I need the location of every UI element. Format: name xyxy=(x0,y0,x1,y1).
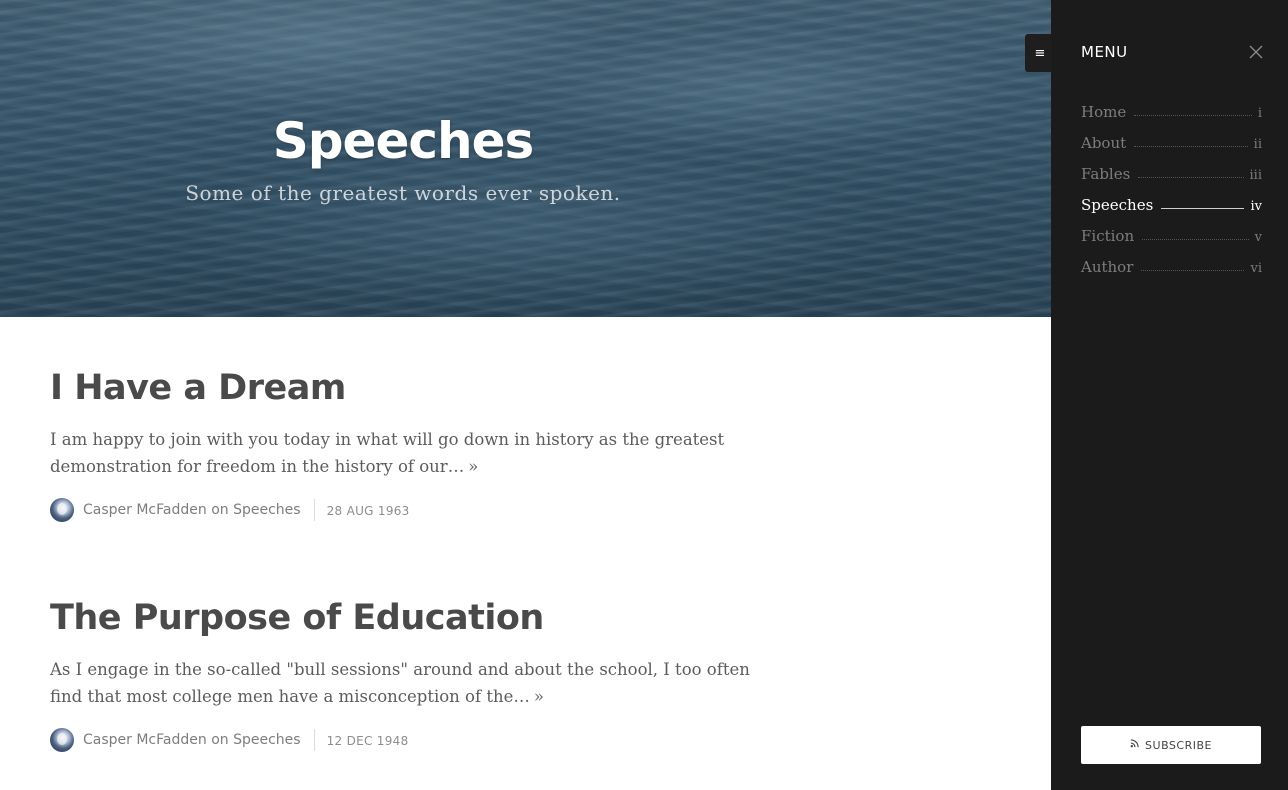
sidebar-item-fiction[interactable]: Fiction v xyxy=(1081,218,1262,249)
page-title: Speeches xyxy=(272,112,535,170)
post-excerpt-text: As I engage in the so-called "bull sessi… xyxy=(50,660,750,706)
dotted-leader xyxy=(1134,115,1252,116)
meta-divider xyxy=(313,499,315,521)
sidebar-item-home[interactable]: Home i xyxy=(1081,94,1262,125)
active-leader-line xyxy=(1161,208,1245,209)
subscribe-button[interactable]: SUBSCRIBE xyxy=(1081,726,1261,764)
sidebar-item-speeches[interactable]: Speeches iv xyxy=(1081,187,1262,218)
post-card: The Purpose of Education As I engage in … xyxy=(50,598,770,752)
sidebar-item-author[interactable]: Author vi xyxy=(1081,249,1262,280)
post-author-line: Casper McFadden on Speeches xyxy=(83,732,301,748)
sidebar-item-fables[interactable]: Fables iii xyxy=(1081,156,1262,187)
post-excerpt: As I engage in the so-called "bull sessi… xyxy=(50,656,770,710)
post-excerpt: I am happy to join with you today in wha… xyxy=(50,426,770,480)
post-title[interactable]: The Purpose of Education xyxy=(50,598,770,638)
rss-icon xyxy=(1130,739,1139,751)
post-date: 28 AUG 1963 xyxy=(326,504,410,518)
sidebar-menu: MENU Home i About ii Fables iii Speeches… xyxy=(1051,0,1288,790)
author-avatar[interactable] xyxy=(50,498,74,522)
post-excerpt-text: I am happy to join with you today in wha… xyxy=(50,430,725,476)
author-tag-connector: on xyxy=(211,502,229,518)
tag-link[interactable]: Speeches xyxy=(233,732,300,748)
sidebar-item-label: Fiction xyxy=(1081,227,1135,245)
sidebar-item-about[interactable]: About ii xyxy=(1081,125,1262,156)
author-link[interactable]: Casper McFadden xyxy=(83,502,207,518)
dotted-leader xyxy=(1134,146,1248,147)
dotted-leader xyxy=(1141,270,1245,271)
subscribe-label: SUBSCRIBE xyxy=(1145,738,1212,752)
post-meta: Casper McFadden on Speeches 28 AUG 1963 xyxy=(50,498,770,522)
close-icon[interactable] xyxy=(1248,44,1264,60)
sidebar-item-number: i xyxy=(1257,106,1262,121)
sidebar-item-number: vi xyxy=(1250,261,1262,276)
tag-link[interactable]: Speeches xyxy=(233,502,300,518)
sidebar-nav: Home i About ii Fables iii Speeches iv F… xyxy=(1081,94,1262,280)
post-author-line: Casper McFadden on Speeches xyxy=(83,502,301,518)
hamburger-icon: ≡ xyxy=(1034,45,1046,61)
sidebar-item-label: About xyxy=(1081,134,1127,152)
post-meta: Casper McFadden on Speeches 12 DEC 1948 xyxy=(50,728,770,752)
author-tag-connector: on xyxy=(211,732,229,748)
dotted-leader xyxy=(1138,177,1244,178)
author-link[interactable]: Casper McFadden xyxy=(83,732,207,748)
read-more-link[interactable]: » xyxy=(534,687,544,706)
sidebar-item-label: Fables xyxy=(1081,165,1131,183)
post-card: I Have a Dream I am happy to join with y… xyxy=(50,368,770,522)
sidebar-item-number: iv xyxy=(1250,199,1262,214)
page-subtitle: Some of the greatest words ever spoken. xyxy=(185,181,621,205)
hero-banner: Speeches Some of the greatest words ever… xyxy=(0,0,1051,317)
sidebar-item-label: Speeches xyxy=(1081,196,1154,214)
read-more-link[interactable]: » xyxy=(468,457,478,476)
post-title[interactable]: I Have a Dream xyxy=(50,368,770,408)
sidebar-item-number: ii xyxy=(1253,137,1262,152)
dotted-leader xyxy=(1142,239,1249,240)
sidebar-item-number: v xyxy=(1254,230,1262,245)
meta-divider xyxy=(313,729,315,751)
menu-heading: MENU xyxy=(1081,43,1128,61)
author-avatar[interactable] xyxy=(50,728,74,752)
post-date: 12 DEC 1948 xyxy=(326,734,409,748)
sidebar-item-label: Author xyxy=(1081,258,1134,276)
sidebar-item-label: Home xyxy=(1081,103,1127,121)
sidebar-item-number: iii xyxy=(1249,168,1262,183)
main-content: Speeches Some of the greatest words ever… xyxy=(0,0,1051,790)
